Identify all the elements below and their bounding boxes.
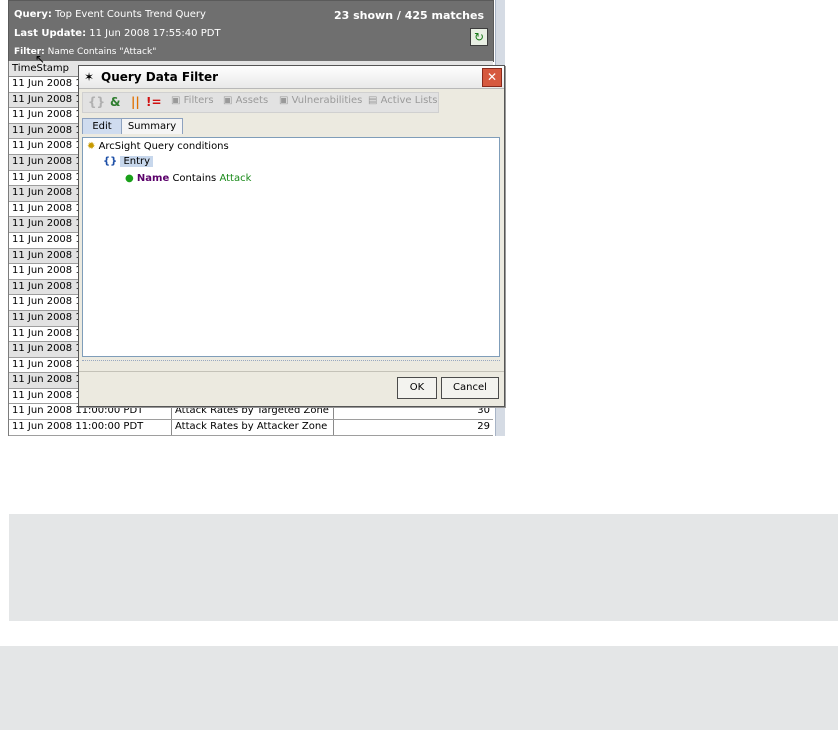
empty-panel-2 [0,646,838,730]
tree-node-entry[interactable]: {} Entry [103,156,154,167]
dialog-titlebar[interactable]: ✶ Query Data Filter ✕ [79,66,504,89]
filter-value: Name Contains "Attack" [47,47,157,57]
query-line: Query: Top Event Counts Trend Query [14,9,206,20]
empty-panel-1 [9,514,838,621]
query-info-panel: Query: Top Event Counts Trend Query 23 s… [8,0,494,62]
refresh-icon[interactable]: ↻ [470,28,488,46]
button-divider [79,371,504,372]
vulnerabilities-button[interactable]: ▣ Vulnerabilities [279,95,362,106]
query-data-filter-dialog: ✶ Query Data Filter ✕ {} & || != ▣ Filte… [78,65,505,407]
braces-icon: {} [103,156,118,167]
conditions-icon: ✹ [87,141,96,152]
dialog-title: Query Data Filter [101,70,219,84]
mouse-cursor-icon: ↖ [35,52,46,66]
tree-root[interactable]: ✹ ArcSight Query conditions [87,141,229,152]
query-name: Top Event Counts Trend Query [55,9,206,20]
assets-button[interactable]: ▣ Assets [223,95,268,106]
splitter-bar[interactable] [82,360,500,365]
filters-button[interactable]: ▣ Filters [171,95,214,106]
match-count: 23 shown / 425 matches [333,9,484,22]
table-row[interactable]: 11 Jun 2008 11:00:00 PDT Attack Rates by… [9,420,493,436]
active-lists-button[interactable]: ▤ Active Lists [368,95,437,106]
and-icon[interactable]: & [110,95,120,109]
not-equal-icon[interactable]: != [146,95,162,109]
or-icon[interactable]: || [131,95,140,109]
tab-edit[interactable]: Edit [82,118,122,134]
last-update-value: 11 Jun 2008 17:55:40 PDT [89,28,221,39]
ok-button[interactable]: OK [397,377,437,399]
condition-tree: ✹ ArcSight Query conditions {} Entry ● N… [82,137,500,357]
last-update-line: Last Update: 11 Jun 2008 17:55:40 PDT [14,28,221,39]
condition-dot-icon: ● [125,173,134,184]
cancel-button[interactable]: Cancel [441,377,499,399]
tree-node-condition[interactable]: ● Name Contains Attack [125,173,251,184]
tab-summary[interactable]: Summary [121,118,183,134]
close-button[interactable]: ✕ [482,68,502,87]
filter-app-icon: ✶ [84,70,95,84]
filter-toolbar: {} & || != ▣ Filters ▣ Assets ▣ Vulnerab… [82,92,439,113]
braces-icon[interactable]: {} [88,95,105,109]
